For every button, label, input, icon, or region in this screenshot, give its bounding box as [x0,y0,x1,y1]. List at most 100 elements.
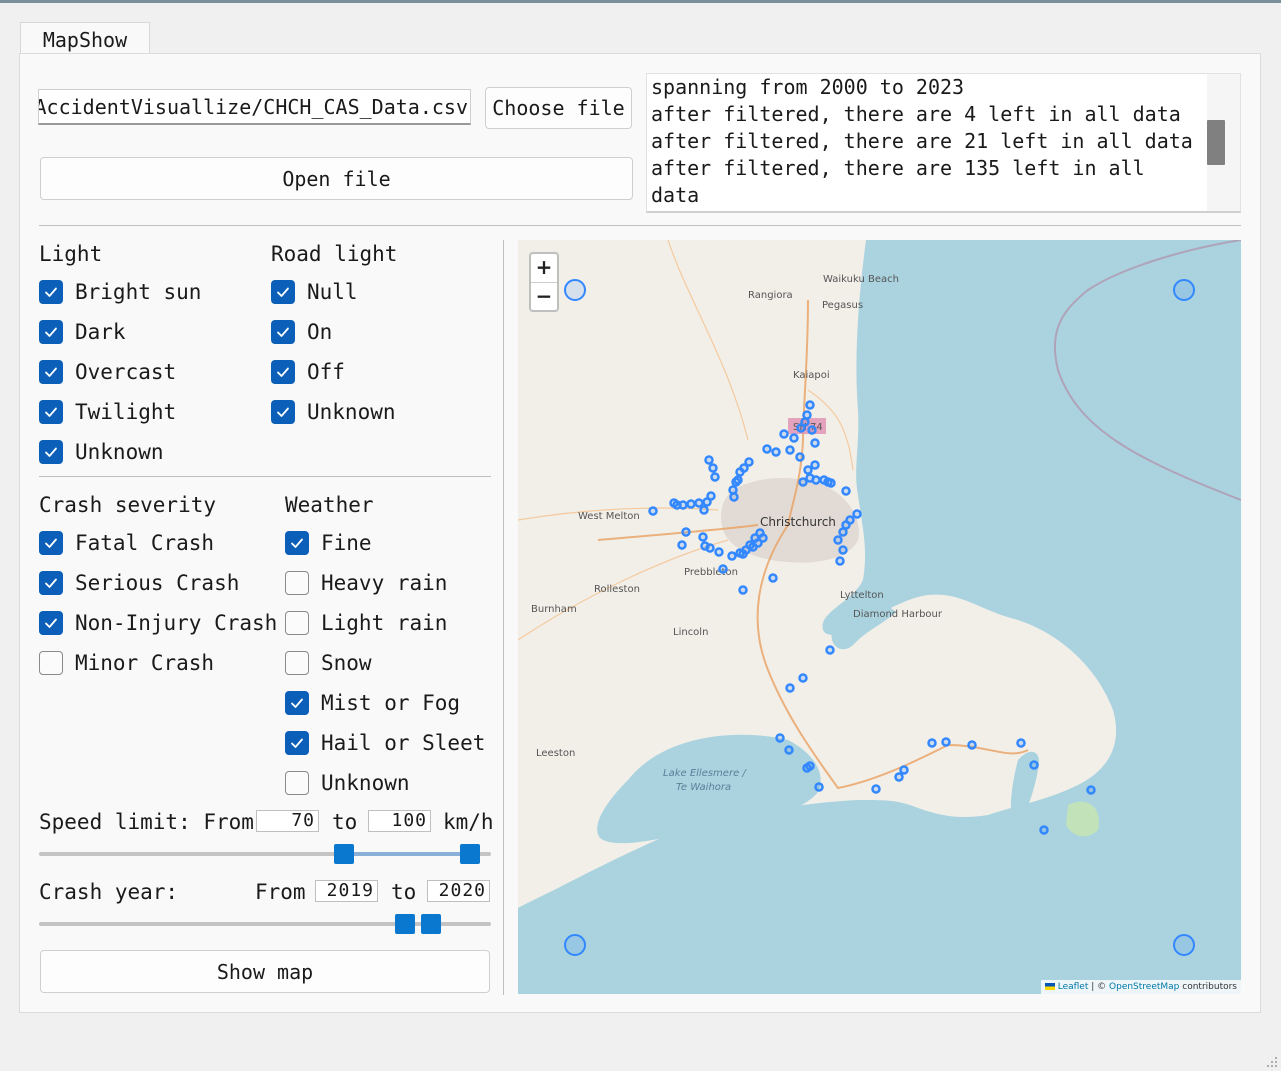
crash-marker[interactable] [704,455,714,465]
checkbox-severity-minor-crash[interactable]: Minor Crash [39,650,214,676]
checkbox-road-light-null[interactable]: Null [271,279,358,305]
crash-marker[interactable] [1039,825,1049,835]
crash-marker[interactable] [771,447,781,457]
crash-marker[interactable] [727,551,737,561]
crash-marker[interactable] [745,540,755,550]
speed-slider-min-handle[interactable] [334,844,354,864]
checkbox-light-unknown[interactable]: Unknown [39,439,164,465]
checkbox-light-bright-sun[interactable]: Bright sun [39,279,201,305]
checkbox-light-twilight[interactable]: Twilight [39,399,176,425]
checkbox-weather-unknown[interactable]: Unknown [285,770,410,796]
crash-marker[interactable] [803,465,813,475]
checkmark-icon[interactable] [39,531,63,555]
year-to-input[interactable]: 2020 [427,880,490,902]
checkbox-severity-serious-crash[interactable]: Serious Crash [39,570,239,596]
crash-marker[interactable] [1016,738,1026,748]
checkbox-road-light-off[interactable]: Off [271,359,345,385]
checkmark-icon[interactable] [39,320,63,344]
crash-marker[interactable] [785,445,795,455]
crash-marker[interactable] [841,486,851,496]
checkbox-weather-hail-or-sleet[interactable]: Hail or Sleet [285,730,485,756]
checkmark-icon[interactable] [39,440,63,464]
crash-marker[interactable] [785,683,795,693]
crash-marker[interactable] [789,433,799,443]
crash-marker[interactable] [698,532,708,542]
crash-marker[interactable] [681,527,691,537]
crash-marker[interactable] [677,540,687,550]
crash-marker[interactable] [750,533,760,543]
crash-marker[interactable] [731,477,741,487]
checkbox-empty-icon[interactable] [285,571,309,595]
checkmark-icon[interactable] [271,320,295,344]
crash-marker[interactable] [835,556,845,566]
crash-marker[interactable] [825,645,835,655]
crash-marker[interactable] [795,452,805,462]
crash-markers-layer[interactable] [518,240,1241,994]
crash-marker[interactable] [775,733,785,743]
crash-marker[interactable] [669,498,679,508]
checkbox-light-overcast[interactable]: Overcast [39,359,176,385]
open-file-button[interactable]: Open file [40,157,633,200]
speed-from-input[interactable]: 70 [256,810,319,832]
crash-marker[interactable] [1086,785,1096,795]
checkbox-road-light-unknown[interactable]: Unknown [271,399,396,425]
crash-marker[interactable] [1029,760,1039,770]
crash-marker[interactable] [810,438,820,448]
crash-marker[interactable] [798,477,808,487]
checkbox-empty-icon[interactable] [285,771,309,795]
crash-marker[interactable] [699,505,709,515]
checkmark-icon[interactable] [271,360,295,384]
crash-marker[interactable] [735,467,745,477]
log-scrollbar-thumb[interactable] [1207,120,1225,165]
checkmark-icon[interactable] [39,360,63,384]
tab-mapshow[interactable]: MapShow [20,22,150,55]
checkmark-icon[interactable] [39,280,63,304]
year-from-input[interactable]: 2019 [315,880,378,902]
crash-marker[interactable] [826,478,836,488]
crash-marker[interactable] [838,527,848,537]
choose-file-button[interactable]: Choose file [485,87,632,129]
crash-marker[interactable] [694,498,704,508]
crash-marker[interactable] [838,545,848,555]
crash-marker[interactable] [762,444,772,454]
checkmark-icon[interactable] [285,531,309,555]
checkmark-icon[interactable] [39,571,63,595]
crash-marker[interactable] [686,499,696,509]
crash-marker[interactable] [710,472,720,482]
checkmark-icon[interactable] [39,400,63,424]
checkbox-weather-fine[interactable]: Fine [285,530,372,556]
crash-marker[interactable] [805,400,815,410]
crash-marker[interactable] [852,509,862,519]
crash-marker[interactable] [708,463,718,473]
speed-to-input[interactable]: 100 [368,810,431,832]
checkbox-weather-light-rain[interactable]: Light rain [285,610,447,636]
crash-marker[interactable] [768,573,778,583]
map-view[interactable]: Waikuku Beach Rangiora Pegasus Kaiapoi S… [518,240,1241,994]
crash-marker[interactable] [967,740,977,750]
checkbox-weather-heavy-rain[interactable]: Heavy rain [285,570,447,596]
checkmark-icon[interactable] [39,611,63,635]
crash-marker[interactable] [705,543,715,553]
crash-marker[interactable] [779,429,789,439]
crash-marker[interactable] [729,492,739,502]
crash-marker[interactable] [807,425,817,435]
crash-marker[interactable] [714,547,724,557]
zoom-out-button[interactable]: − [531,283,557,311]
crash-marker[interactable] [805,473,815,483]
crash-marker[interactable] [648,506,658,516]
crash-marker[interactable] [796,423,806,433]
bounds-corner-marker[interactable] [1173,934,1195,956]
checkbox-light-dark[interactable]: Dark [39,319,126,345]
crash-marker[interactable] [810,460,820,470]
log-output[interactable]: spanning from 2000 to 2023 after filtere… [646,73,1241,213]
crash-marker[interactable] [805,761,815,771]
crash-marker[interactable] [798,673,808,683]
checkbox-road-light-on[interactable]: On [271,319,332,345]
crash-marker[interactable] [927,738,937,748]
file-path-input[interactable]: AccidentVisuallize/CHCH_CAS_Data.csv [38,89,471,125]
bounds-corner-marker[interactable] [564,934,586,956]
crash-marker[interactable] [899,765,909,775]
checkmark-icon[interactable] [285,691,309,715]
crash-marker[interactable] [784,745,794,755]
crash-marker[interactable] [702,497,712,507]
